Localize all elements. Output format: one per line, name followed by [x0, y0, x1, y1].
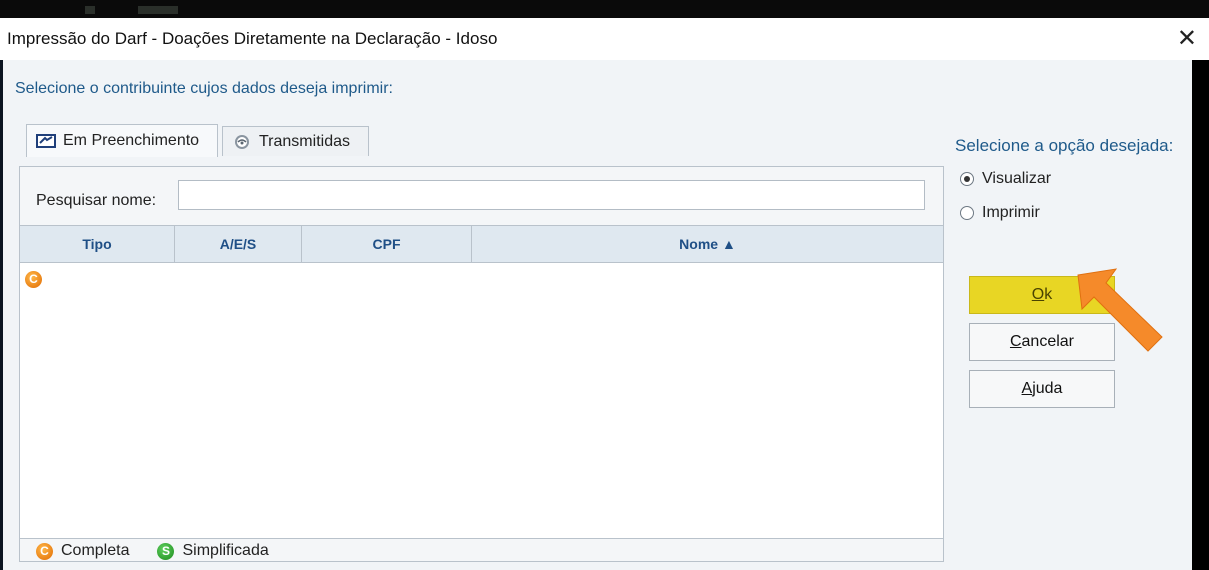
legend-label: Completa: [61, 542, 130, 559]
background-strip: [0, 0, 1209, 18]
window-title: Impressão do Darf - Doações Diretamente …: [7, 29, 498, 48]
dialog-window: Impressão do Darf - Doações Diretamente …: [0, 18, 1209, 570]
radio-imprimir[interactable]: Imprimir: [960, 204, 1040, 222]
column-header-tipo[interactable]: Tipo: [20, 226, 175, 262]
ok-mnemonic: O: [1031, 286, 1045, 303]
simplificada-badge-icon: S: [157, 542, 175, 560]
cancel-label-rest: ancelar: [1021, 333, 1075, 350]
window-edge: [0, 60, 3, 570]
tab-em-preenchimento[interactable]: Em Preenchimento: [26, 124, 218, 157]
contributor-table: Tipo A/E/S CPF Nome ▲ C: [20, 225, 943, 538]
select-contributor-prompt: Selecione o contribuinte cujos dados des…: [15, 80, 393, 97]
window-edge: [1192, 60, 1209, 570]
background-mark: [138, 6, 178, 14]
radio-label: Imprimir: [982, 204, 1040, 221]
column-header-cpf[interactable]: CPF: [302, 226, 472, 262]
close-icon[interactable]: ✕: [1177, 24, 1197, 54]
radio-checked-icon[interactable]: [960, 172, 974, 186]
title-bar: Impressão do Darf - Doações Diretamente …: [0, 18, 1209, 60]
help-label-rest: juda: [1032, 380, 1063, 397]
radio-visualizar[interactable]: Visualizar: [960, 170, 1051, 188]
type-legend: C Completa S Simplificada: [20, 538, 943, 563]
option-title: Selecione a opção desejada:: [955, 136, 1174, 155]
table-header: Tipo A/E/S CPF Nome ▲: [20, 226, 943, 263]
legend-item-completa: C Completa: [36, 542, 129, 560]
completa-badge-icon: C: [36, 542, 53, 560]
completa-badge-icon: C: [25, 270, 42, 288]
column-header-nome[interactable]: Nome ▲: [472, 226, 943, 262]
form-icon: [36, 134, 56, 148]
radio-label: Visualizar: [982, 170, 1052, 187]
cancel-mnemonic: C: [1009, 333, 1022, 350]
background-mark: [85, 6, 95, 14]
pointer-arrow-icon: [1077, 268, 1163, 352]
transmit-icon: [235, 134, 249, 149]
legend-label: Simplificada: [182, 542, 269, 559]
column-header-aes[interactable]: A/E/S: [175, 226, 302, 262]
tab-transmitidas[interactable]: Transmitidas: [222, 126, 369, 156]
contributor-panel: Pesquisar nome: Tipo A/E/S CPF Nome ▲ C …: [19, 166, 944, 562]
radio-unchecked-icon[interactable]: [960, 206, 974, 220]
search-label: Pesquisar nome:: [36, 192, 157, 209]
ok-label-rest: k: [1044, 286, 1053, 303]
search-input[interactable]: [178, 180, 925, 210]
help-mnemonic: A: [1021, 380, 1033, 397]
tab-label: Transmitidas: [259, 132, 350, 150]
help-button[interactable]: Ajuda: [969, 370, 1115, 408]
legend-item-simplificada: S Simplificada: [157, 542, 269, 560]
tab-label: Em Preenchimento: [63, 132, 200, 149]
table-row[interactable]: C: [25, 270, 42, 288]
